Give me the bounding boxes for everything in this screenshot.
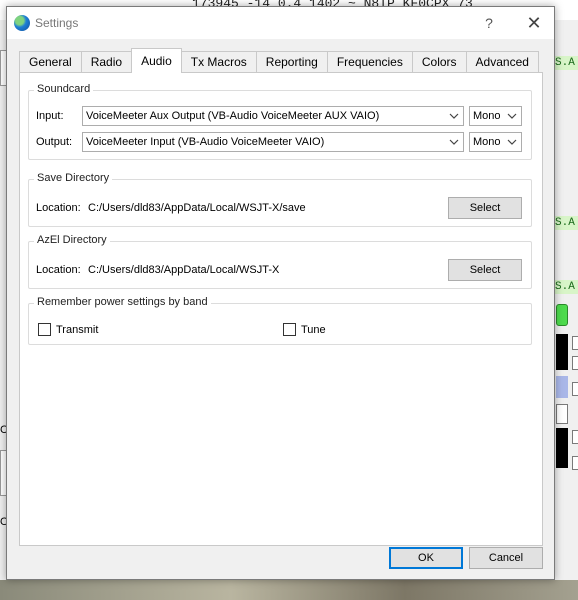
chevron-down-icon bbox=[507, 113, 517, 119]
output-device-select[interactable]: VoiceMeeter Input (VB-Audio VoiceMeeter … bbox=[82, 132, 464, 152]
tab-audio[interactable]: Audio bbox=[131, 48, 182, 73]
background-checkbox[interactable] bbox=[572, 430, 578, 444]
save-directory-select-button[interactable]: Select bbox=[448, 197, 522, 219]
azel-directory-group: AzEl Directory Location: C:/Users/dld83/… bbox=[28, 234, 532, 289]
save-location-label: Location: bbox=[36, 202, 81, 214]
tab-reporting[interactable]: Reporting bbox=[255, 51, 328, 73]
settings-dialog: Settings ? ✕ General Radio Audio Tx Macr… bbox=[6, 6, 555, 580]
background-display bbox=[556, 428, 568, 468]
background-band-label: S.A bbox=[555, 280, 578, 294]
background-display bbox=[556, 334, 568, 370]
input-channel-select[interactable]: Mono bbox=[469, 106, 522, 126]
power-settings-title: Remember power settings by band bbox=[34, 296, 211, 308]
save-directory-title: Save Directory bbox=[34, 172, 113, 184]
tab-advanced[interactable]: Advanced bbox=[465, 51, 539, 73]
save-location-path: C:/Users/dld83/AppData/Local/WSJT-X/save bbox=[88, 202, 306, 214]
background-checkbox[interactable] bbox=[572, 382, 578, 396]
help-button[interactable]: ? bbox=[477, 11, 501, 35]
tune-label: Tune bbox=[301, 324, 326, 336]
background-band-label: S.A bbox=[555, 216, 578, 230]
background-band-label: S.A bbox=[555, 56, 578, 70]
chevron-down-icon bbox=[449, 139, 459, 145]
tune-checkbox[interactable] bbox=[283, 323, 296, 336]
tab-general[interactable]: General bbox=[19, 51, 82, 73]
tab-frequencies[interactable]: Frequencies bbox=[326, 51, 413, 73]
azel-location-label: Location: bbox=[36, 264, 81, 276]
soundcard-group: Soundcard Input: VoiceMeeter Aux Output … bbox=[28, 83, 532, 160]
background-enable-button[interactable] bbox=[556, 304, 568, 326]
window-title: Settings bbox=[35, 16, 79, 30]
input-device-select[interactable]: VoiceMeeter Aux Output (VB-Audio VoiceMe… bbox=[82, 106, 464, 126]
background-checkbox[interactable] bbox=[572, 456, 578, 470]
output-label: Output: bbox=[36, 136, 73, 148]
output-channel-value: Mono bbox=[473, 136, 501, 148]
tab-colors[interactable]: Colors bbox=[411, 51, 467, 73]
background-checkbox[interactable] bbox=[572, 356, 578, 370]
title-bar[interactable]: Settings ? ✕ bbox=[7, 7, 554, 39]
chevron-down-icon bbox=[507, 139, 517, 145]
azel-directory-title: AzEl Directory bbox=[34, 234, 110, 246]
tab-tx-macros[interactable]: Tx Macros bbox=[180, 51, 257, 73]
soundcard-group-title: Soundcard bbox=[34, 83, 94, 95]
tab-bar: General Radio Audio Tx Macros Reporting … bbox=[19, 48, 539, 73]
chevron-down-icon bbox=[449, 113, 459, 119]
input-device-value: VoiceMeeter Aux Output (VB-Audio VoiceMe… bbox=[86, 110, 380, 122]
cancel-button[interactable]: Cancel bbox=[469, 547, 543, 569]
output-device-value: VoiceMeeter Input (VB-Audio VoiceMeeter … bbox=[86, 136, 325, 148]
wsjtx-app-icon bbox=[14, 15, 30, 31]
transmit-label: Transmit bbox=[56, 324, 99, 336]
background-right-panel bbox=[555, 20, 578, 580]
audio-tab-pane: Soundcard Input: VoiceMeeter Aux Output … bbox=[19, 72, 543, 546]
input-label: Input: bbox=[36, 110, 64, 122]
output-channel-select[interactable]: Mono bbox=[469, 132, 522, 152]
background-checkbox[interactable] bbox=[572, 336, 578, 350]
power-settings-group: Remember power settings by band Transmit… bbox=[28, 296, 532, 345]
save-directory-group: Save Directory Location: C:/Users/dld83/… bbox=[28, 172, 532, 227]
background-highlight bbox=[556, 376, 568, 398]
background-field[interactable] bbox=[556, 404, 568, 424]
transmit-checkbox[interactable] bbox=[38, 323, 51, 336]
input-channel-value: Mono bbox=[473, 110, 501, 122]
close-button[interactable]: ✕ bbox=[512, 9, 556, 37]
azel-directory-select-button[interactable]: Select bbox=[448, 259, 522, 281]
ok-button[interactable]: OK bbox=[389, 547, 463, 569]
tab-radio[interactable]: Radio bbox=[80, 51, 133, 73]
background-waterfall bbox=[0, 580, 578, 600]
azel-location-path: C:/Users/dld83/AppData/Local/WSJT-X bbox=[88, 264, 280, 276]
